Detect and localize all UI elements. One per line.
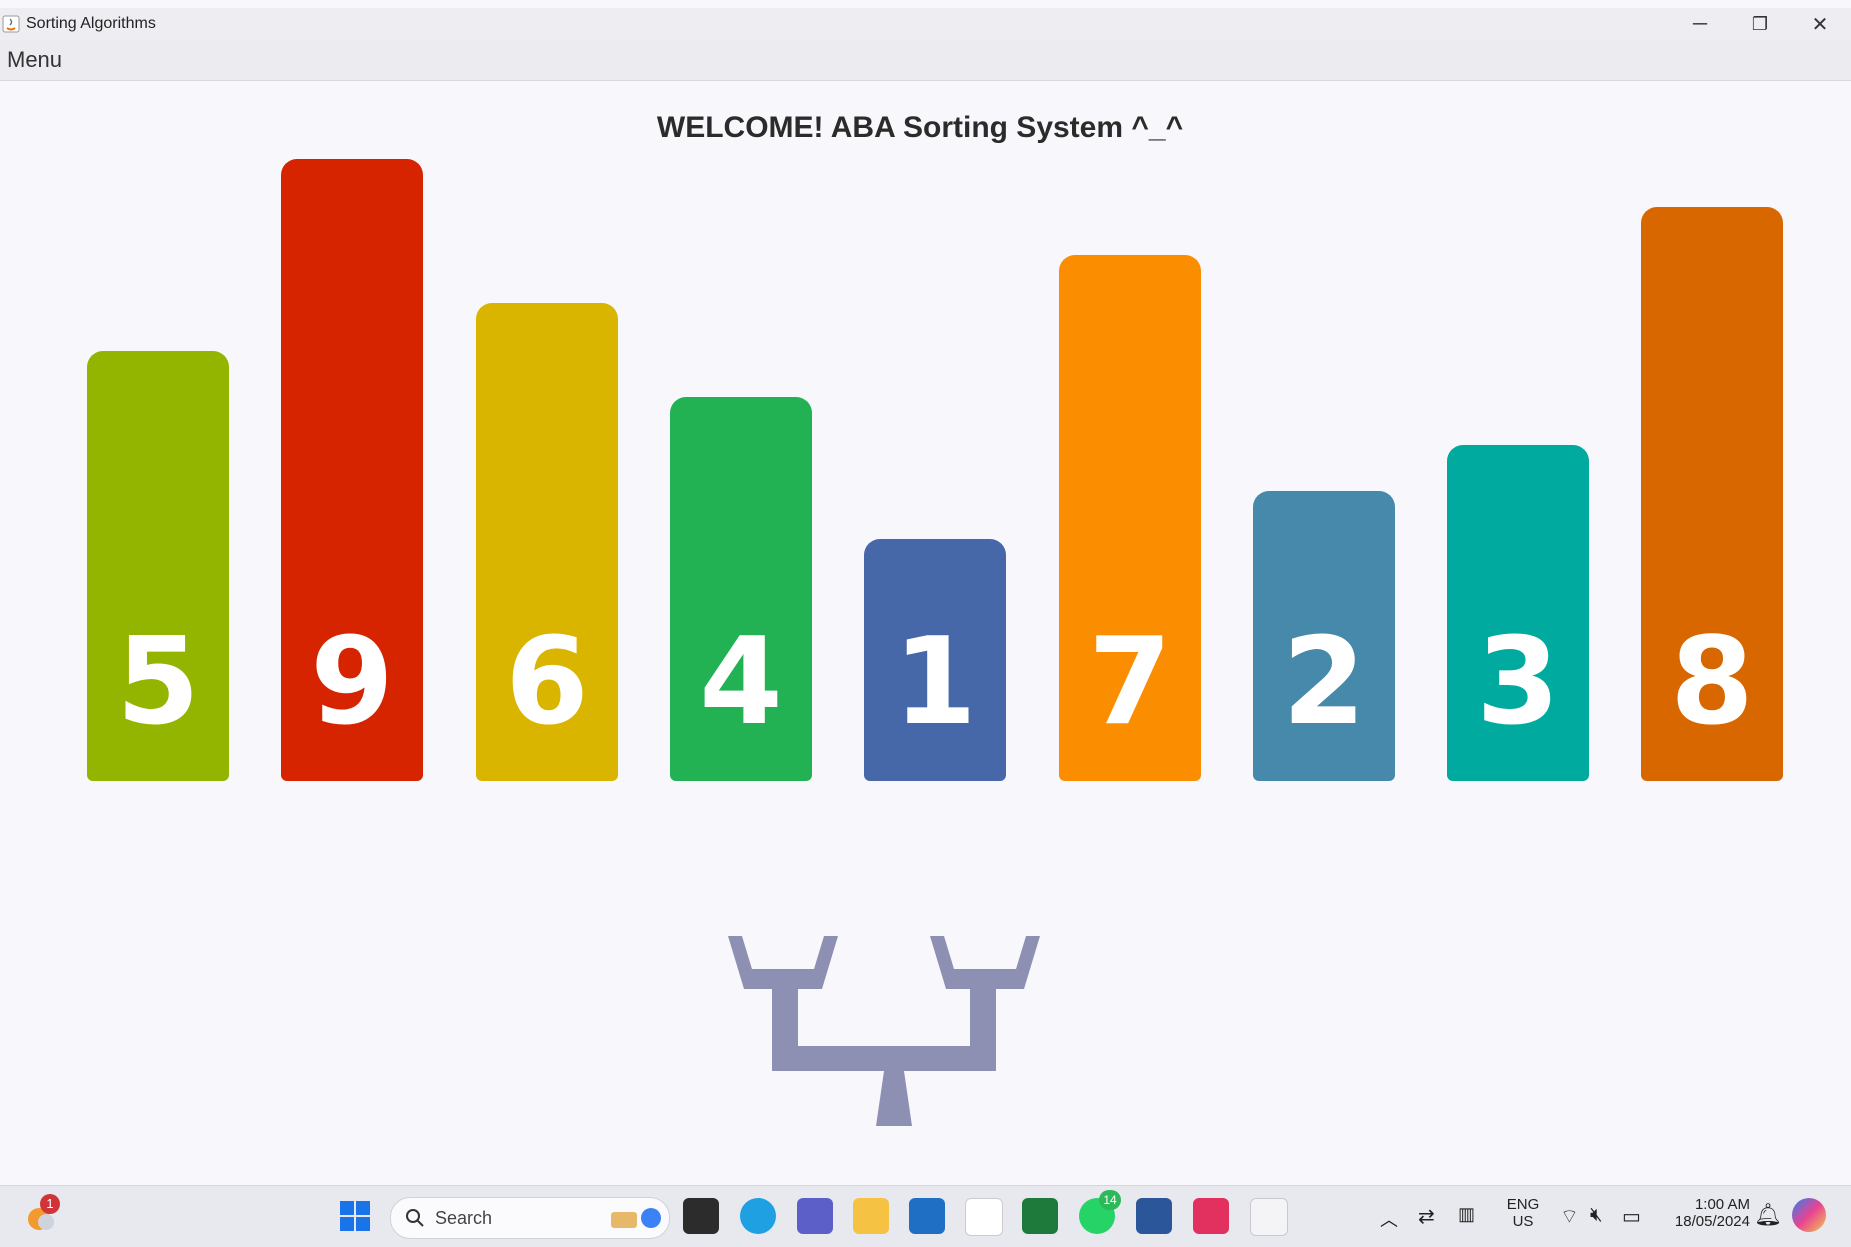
bar-item: 1 — [864, 539, 1006, 781]
bell-icon[interactable]: 🔔︎ — [1754, 1202, 1782, 1228]
clock[interactable]: 1:00 AM 18/05/2024 — [1660, 1196, 1750, 1230]
lang-bottom: US — [1512, 1213, 1534, 1230]
bar-number: 4 — [699, 613, 783, 752]
wifi-icon[interactable]: ⌔ — [1560, 1204, 1579, 1229]
whatsapp-icon[interactable]: 14 — [1079, 1190, 1121, 1234]
clock-date: 18/05/2024 — [1674, 1213, 1750, 1230]
file-explorer-icon[interactable] — [853, 1198, 889, 1234]
bar-item: 3 — [1447, 445, 1589, 781]
bar-number: 9 — [310, 613, 394, 752]
search-icon — [406, 1209, 424, 1227]
bar-item: 8 — [1641, 207, 1783, 781]
windows-start-icon[interactable] — [337, 1198, 373, 1234]
menu-item[interactable]: Menu — [7, 47, 62, 73]
bars-area: 5 9 6 4 1 7 2 3 8 — [0, 81, 1851, 781]
java-app-icon — [2, 15, 20, 33]
task-view-icon[interactable] — [683, 1198, 719, 1234]
bar-item: 2 — [1253, 491, 1395, 781]
main-panel: WELCOME! ABA Sorting System ^_^ 5 9 6 4 … — [0, 81, 1851, 1185]
close-button[interactable]: ✕ — [1790, 8, 1850, 40]
weather-widget[interactable]: 1 — [24, 1194, 60, 1234]
store-icon[interactable] — [909, 1198, 945, 1234]
bar-number: 3 — [1476, 613, 1560, 752]
search-highlight-icon — [611, 1208, 661, 1228]
java-app-icon[interactable] — [1250, 1198, 1288, 1236]
menu-bar: Menu — [0, 40, 1851, 81]
bar-item: 7 — [1059, 255, 1201, 781]
teams-icon[interactable] — [797, 1198, 833, 1234]
bar-number: 1 — [893, 613, 977, 752]
search-placeholder: Search — [435, 1208, 493, 1228]
title-bar: Sorting Algorithms ─ ❐ ✕ — [0, 8, 1851, 40]
bar-number: 5 — [116, 613, 200, 752]
bar-item: 6 — [476, 303, 618, 781]
moodle-icon[interactable] — [965, 1198, 1003, 1236]
bar-item: 9 — [281, 159, 423, 781]
clock-time: 1:00 AM — [1694, 1196, 1750, 1213]
taskbar: 1 Search 14 ︿ ⇄ ▥ ENG US ⌔ 🔇︎ ▭ 1:00 AM … — [0, 1185, 1851, 1247]
lang-top: ENG — [1506, 1196, 1540, 1213]
copilot-icon[interactable] — [1792, 1198, 1826, 1232]
chevron-up-icon[interactable]: ︿ — [1380, 1206, 1398, 1232]
bar-number: 8 — [1670, 613, 1754, 752]
word-icon[interactable] — [1136, 1198, 1172, 1234]
clion-icon[interactable] — [1022, 1198, 1058, 1234]
bar-number: 7 — [1088, 613, 1172, 752]
intellij-icon[interactable] — [1193, 1198, 1229, 1234]
balance-scale-icon — [728, 936, 1040, 1126]
monitor-icon[interactable]: ▥ — [1458, 1204, 1475, 1225]
bar-number: 2 — [1282, 613, 1366, 752]
bar-item: 5 — [87, 351, 229, 781]
sync-icon[interactable]: ⇄ — [1418, 1204, 1435, 1229]
volume-muted-icon[interactable]: 🔇︎ — [1590, 1204, 1603, 1227]
language-indicator[interactable]: ENG US — [1502, 1196, 1544, 1230]
search-input[interactable]: Search — [390, 1197, 670, 1239]
window-title: Sorting Algorithms — [26, 15, 156, 32]
bar-item: 4 — [670, 397, 812, 781]
battery-icon[interactable]: ▭ — [1622, 1204, 1641, 1229]
minimize-button[interactable]: ─ — [1670, 8, 1730, 40]
edge-icon[interactable] — [740, 1198, 776, 1234]
maximize-button[interactable]: ❐ — [1730, 8, 1790, 40]
notification-badge: 14 — [1099, 1190, 1121, 1210]
bar-number: 6 — [505, 613, 589, 752]
notification-badge: 1 — [40, 1194, 60, 1214]
